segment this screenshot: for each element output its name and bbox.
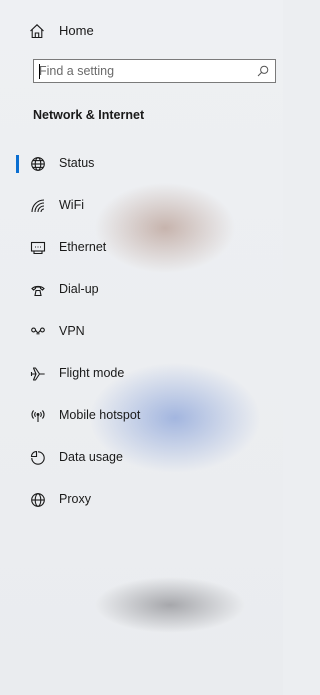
data-usage-icon <box>30 450 46 466</box>
home-link[interactable]: Home <box>0 13 283 49</box>
nav-item-label: Proxy <box>59 492 91 506</box>
nav-item-label: Status <box>59 156 95 170</box>
nav-item-label: Flight mode <box>59 366 125 380</box>
nav-item-wifi[interactable]: WiFi <box>0 188 283 224</box>
wifi-icon <box>30 198 46 214</box>
nav-item-proxy[interactable]: Proxy <box>0 482 283 518</box>
globe-status-icon <box>30 156 46 172</box>
airplane-icon <box>30 366 46 382</box>
nav-item-ethernet[interactable]: Ethernet <box>0 230 283 266</box>
search-input[interactable] <box>39 62 249 80</box>
nav-item-label: WiFi <box>59 198 84 212</box>
section-title: Network & Internet <box>33 108 145 122</box>
nav-item-vpn[interactable]: VPN <box>0 314 283 350</box>
nav-item-label: Dial-up <box>59 282 99 296</box>
selection-indicator <box>16 155 19 173</box>
nav-item-label: Data usage <box>59 450 123 464</box>
nav-item-flight-mode[interactable]: Flight mode <box>0 356 283 392</box>
vpn-icon <box>30 324 46 340</box>
search-box[interactable] <box>33 59 276 83</box>
home-icon <box>29 23 45 39</box>
nav-item-data-usage[interactable]: Data usage <box>0 440 283 476</box>
nav-item-label: Ethernet <box>59 240 107 254</box>
search-icon[interactable] <box>257 65 269 77</box>
settings-nav-pane: Home Network & Internet Status <box>0 0 283 695</box>
globe-icon <box>30 492 46 508</box>
nav-item-dial-up[interactable]: Dial-up <box>0 272 283 308</box>
nav-item-label: VPN <box>59 324 85 338</box>
hotspot-icon <box>30 408 46 424</box>
text-caret <box>39 64 40 79</box>
home-label: Home <box>59 23 94 38</box>
ethernet-icon <box>30 240 46 256</box>
dial-up-icon <box>30 282 46 298</box>
nav-item-status[interactable]: Status <box>0 146 283 182</box>
nav-item-label: Mobile hotspot <box>59 408 141 422</box>
nav-item-mobile-hotspot[interactable]: Mobile hotspot <box>0 398 283 434</box>
